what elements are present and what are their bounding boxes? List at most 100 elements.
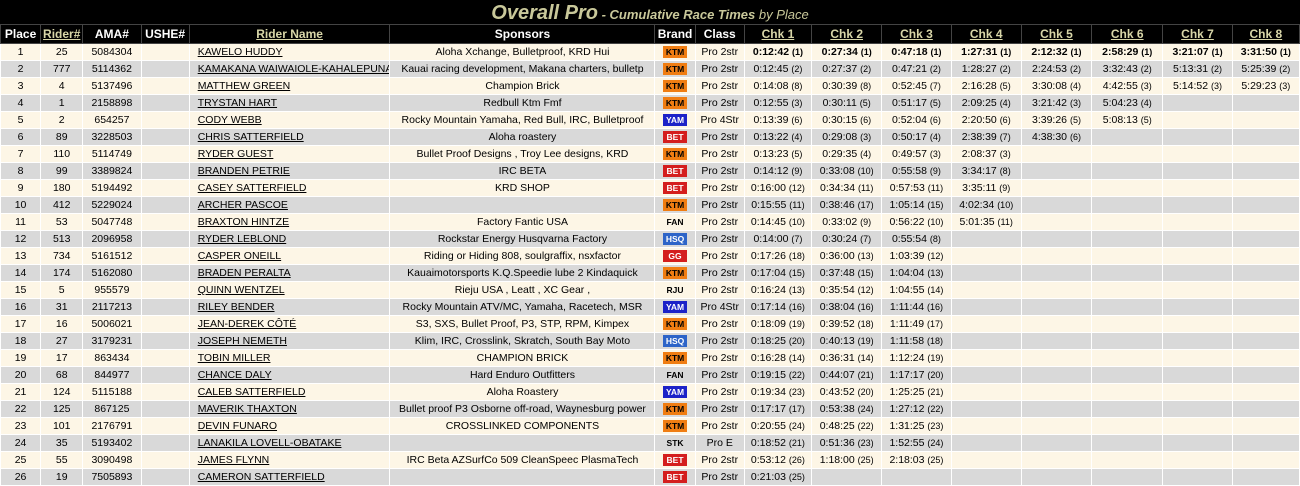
- checkpoint-1-time: 0:16:00 (12): [743, 179, 813, 197]
- brand-cell: BET: [654, 451, 696, 469]
- checkpoint-6-time: [1091, 400, 1164, 418]
- checkpoint-rank: (4): [929, 132, 941, 142]
- checkpoint-3-time: 0:50:17 (4): [881, 128, 952, 146]
- rider-name-cell: CHRIS SATTERFIELD: [188, 128, 391, 146]
- col-header-chk-8[interactable]: Chk 8: [1231, 24, 1300, 44]
- checkpoint-time: 1:11:58: [889, 335, 925, 347]
- rider-name-link[interactable]: BRADEN PERALTA: [198, 267, 291, 279]
- rider-number-cell: 31: [40, 298, 84, 316]
- rider-name-link[interactable]: DEVIN FUNARO: [198, 420, 277, 432]
- rider-name-link[interactable]: CHANCE DALY: [198, 369, 272, 381]
- checkpoint-time: 2:12:32: [1031, 46, 1068, 58]
- rider-name-link[interactable]: KAMAKANA WAIWAIOLE-KAHALEPUNA: [198, 63, 389, 75]
- rider-name-link[interactable]: QUINN WENTZEL: [198, 284, 285, 296]
- checkpoint-time: 0:57:53: [889, 182, 925, 194]
- rider-name-link[interactable]: LANAKILA LOVELL-OBATAKE: [198, 437, 342, 449]
- rider-name-link[interactable]: CODY WEBB: [198, 114, 262, 126]
- checkpoint-time: 0:29:35: [822, 148, 858, 160]
- class-cell: Pro 2str: [694, 196, 745, 214]
- checkpoint-5-time: [1020, 332, 1093, 350]
- col-header-chk-3[interactable]: Chk 3: [881, 24, 952, 44]
- rider-name-cell: RYDER GUEST: [188, 145, 391, 163]
- checkpoint-time: 0:51:36: [819, 437, 855, 449]
- rider-number-cell: 110: [40, 145, 84, 163]
- checkpoint-rank: (23): [927, 421, 944, 431]
- rider-name-link[interactable]: RYDER GUEST: [198, 148, 274, 160]
- brand-badge: KTM: [663, 80, 688, 92]
- checkpoint-5-time: [1020, 247, 1093, 265]
- checkpoint-time: 0:27:34: [821, 46, 858, 58]
- rider-name-link[interactable]: RILEY BENDER: [198, 301, 275, 313]
- rider-name-link[interactable]: JEAN-DEREK CÔTÉ: [198, 318, 297, 330]
- rider-name-link[interactable]: BRANDEN PETRIE: [198, 165, 290, 177]
- checkpoint-time: 1:18:00: [819, 454, 855, 466]
- checkpoint-rank: (6): [929, 115, 941, 125]
- checkpoint-3-time: 1:04:04 (13): [881, 264, 952, 282]
- rider-name-link[interactable]: CAMERON SATTERFIELD: [198, 471, 325, 483]
- rider-name-link[interactable]: TRYSTAN HART: [198, 97, 277, 109]
- checkpoint-rank: (24): [857, 404, 874, 414]
- checkpoint-time: 5:13:31: [1173, 63, 1209, 75]
- rider-name-cell: QUINN WENTZEL: [188, 281, 391, 299]
- col-header-chk-5[interactable]: Chk 5: [1020, 24, 1093, 44]
- checkpoint-2-time: 1:18:00 (25): [811, 451, 883, 469]
- rider-name-link[interactable]: CASEY SATTERFIELD: [198, 182, 307, 194]
- ama-number-cell: 5194492: [82, 179, 142, 197]
- checkpoint-4-time: [950, 247, 1022, 265]
- rider-name-link[interactable]: MAVERIK THAXTON: [198, 403, 297, 415]
- rider-name-link[interactable]: KAWELO HUDDY: [198, 46, 283, 58]
- rider-name-link[interactable]: CASPER ONEILL: [198, 250, 281, 262]
- col-header-chk-4[interactable]: Chk 4: [950, 24, 1022, 44]
- sponsors-cell: KRD SHOP: [389, 179, 656, 197]
- checkpoint-6-time: 4:42:55 (3): [1091, 77, 1164, 95]
- col-header-chk-7[interactable]: Chk 7: [1162, 24, 1233, 44]
- col-header-chk-2[interactable]: Chk 2: [811, 24, 883, 44]
- brand-cell: KTM: [654, 60, 696, 78]
- checkpoint-7-time: [1162, 366, 1233, 384]
- checkpoint-7-time: [1162, 264, 1233, 282]
- rider-number-cell: 412: [40, 196, 84, 214]
- rider-name-link[interactable]: JAMES FLYNN: [198, 454, 270, 466]
- checkpoint-7-time: [1162, 230, 1233, 248]
- rider-name-link[interactable]: CHRIS SATTERFIELD: [198, 131, 304, 143]
- rider-name-link[interactable]: CALEB SATTERFIELD: [198, 386, 306, 398]
- checkpoint-time: 0:36:31: [819, 352, 855, 364]
- checkpoint-4-time: 2:20:50 (6): [950, 111, 1022, 129]
- place-cell: 20: [0, 366, 42, 384]
- checkpoint-rank: (9): [999, 183, 1011, 193]
- checkpoint-rank: (5): [999, 81, 1011, 91]
- checkpoint-time: 1:11:49: [889, 318, 925, 330]
- rider-name-cell: KAMAKANA WAIWAIOLE-KAHALEPUNA: [188, 60, 391, 78]
- sponsors-cell: Riding or Hiding 808, soulgraffix, nsxfa…: [389, 247, 656, 265]
- table-row: 15 5 955579 QUINN WENTZEL Rieju USA , Leatt …: [0, 281, 1300, 299]
- rider-name-link[interactable]: MATTHEW GREEN: [198, 80, 291, 92]
- checkpoint-5-time: [1020, 145, 1093, 163]
- col-header-chk-6[interactable]: Chk 6: [1091, 24, 1164, 44]
- brand-cell: BET: [654, 128, 696, 146]
- col-header-chk-1[interactable]: Chk 1: [743, 24, 813, 44]
- ushe-number-cell: [140, 264, 190, 282]
- ama-number-cell: 5006021: [82, 315, 142, 333]
- place-cell: 19: [0, 349, 42, 367]
- place-cell: 18: [0, 332, 42, 350]
- rider-name-link[interactable]: TOBIN MILLER: [198, 352, 271, 364]
- checkpoint-2-time: 0:35:54 (12): [811, 281, 883, 299]
- rider-name-link[interactable]: RYDER LEBLOND: [198, 233, 287, 245]
- checkpoint-rank: (12): [857, 285, 874, 295]
- checkpoint-8-time: [1231, 213, 1300, 231]
- table-row: 2 777 5114362 KAMAKANA WAIWAIOLE-KAHALEPUNA…: [0, 60, 1300, 78]
- checkpoint-time: 0:12:42: [752, 46, 790, 58]
- rider-name-link[interactable]: JOSEPH NEMETH: [198, 335, 287, 347]
- checkpoint-8-time: 5:25:39 (2): [1231, 60, 1300, 78]
- checkpoint-6-time: [1091, 145, 1164, 163]
- checkpoint-rank: (2): [1279, 64, 1291, 74]
- col-header-rider-name[interactable]: Rider Name: [188, 24, 391, 44]
- col-header-rider-number[interactable]: Rider#: [40, 24, 84, 44]
- ushe-number-cell: [140, 196, 190, 214]
- sponsors-cell: IRC BETA: [389, 162, 656, 180]
- checkpoint-4-time: [950, 315, 1022, 333]
- rider-name-link[interactable]: BRAXTON HINTZE: [198, 216, 289, 228]
- brand-badge: YAM: [663, 386, 688, 398]
- checkpoint-8-time: [1231, 315, 1300, 333]
- rider-name-link[interactable]: ARCHER PASCOE: [198, 199, 288, 211]
